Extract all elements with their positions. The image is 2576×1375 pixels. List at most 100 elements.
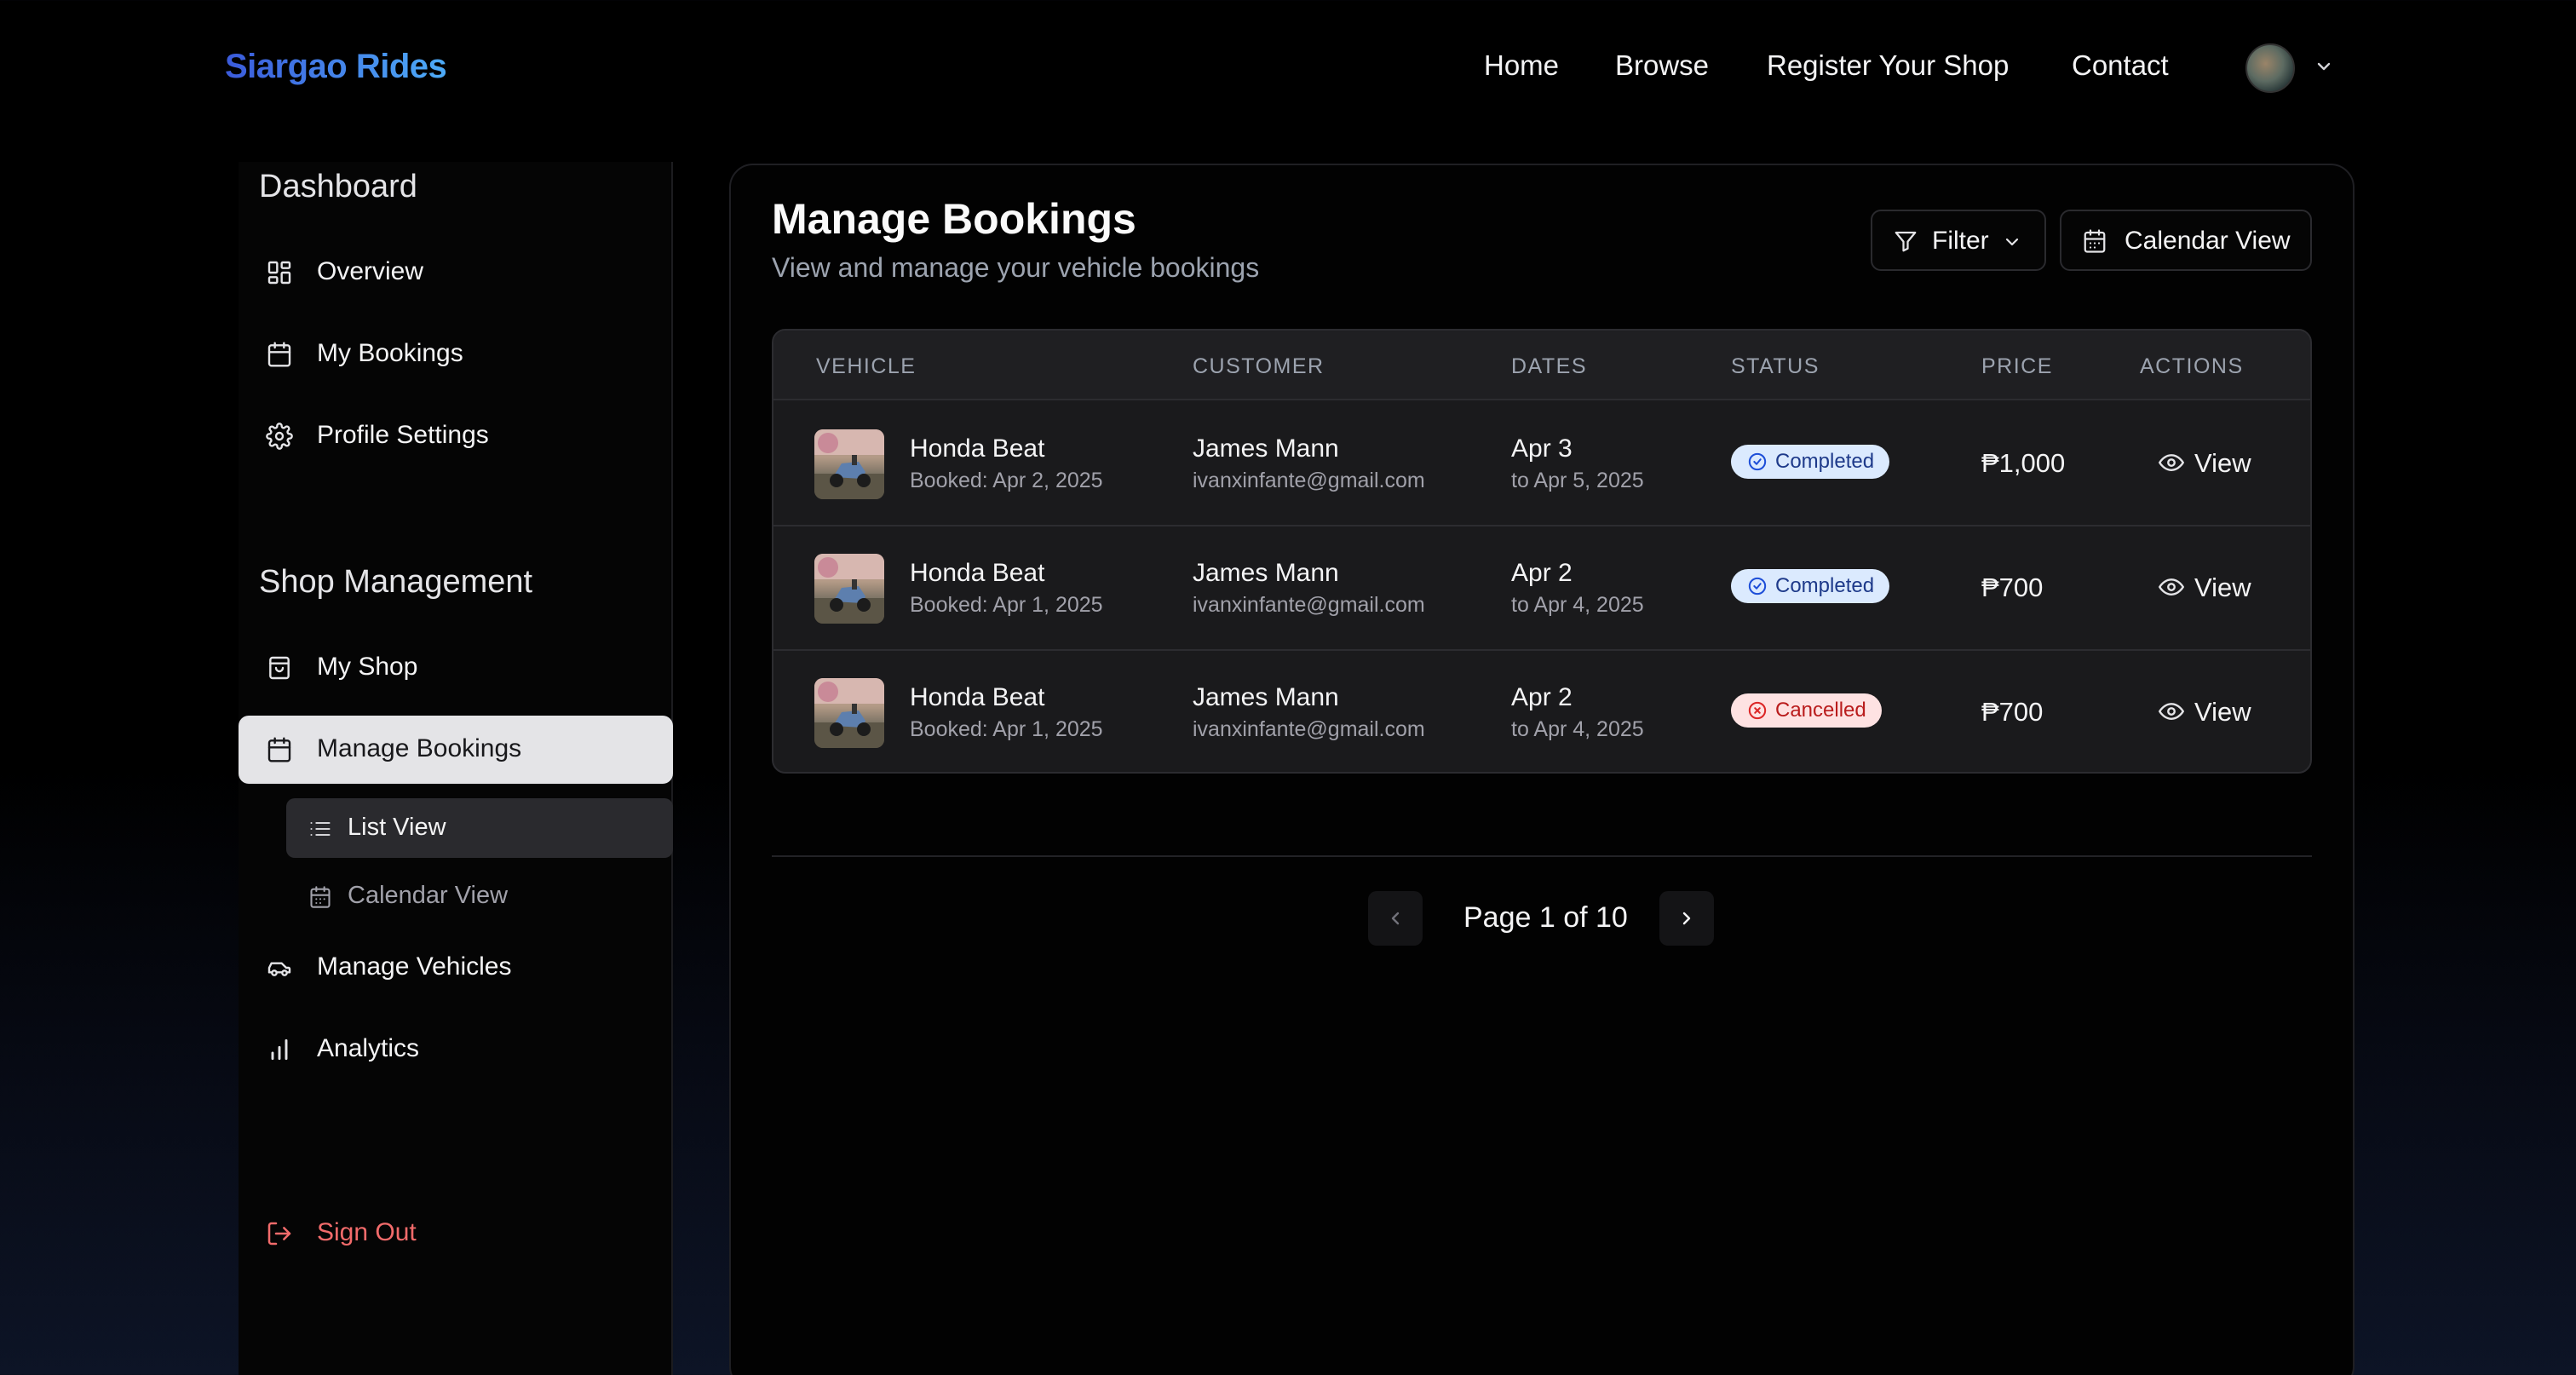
column-header-price: PRICE (1981, 354, 2053, 378)
calendar-icon (267, 737, 291, 762)
scooter-image (814, 554, 884, 624)
top-navbar: Siargao Rides Home Browse Register Your … (0, 0, 2576, 136)
logout-icon (267, 1222, 291, 1246)
status-text: Completed (1775, 450, 1875, 473)
sidebar-item-manage-vehicles[interactable]: Manage Vehicles (239, 934, 673, 1002)
filter-icon (1895, 231, 1917, 252)
sidebar-item-manage-bookings[interactable]: Manage Bookings (239, 716, 673, 784)
filter-label: Filter (1932, 227, 1989, 255)
customer-email: ivanxinfante@gmail.com (1193, 717, 1425, 741)
x-circle-icon (1748, 701, 1767, 720)
booked-date: Booked: Apr 2, 2025 (910, 469, 1103, 492)
end-date: to Apr 4, 2025 (1511, 717, 1644, 741)
sidebar-item-label: Analytics (317, 1034, 420, 1062)
table-row: Honda Beat Booked: Apr 1, 2025 James Man… (773, 526, 2310, 651)
sidebar-item-overview[interactable]: Overview (239, 239, 673, 307)
list-icon (310, 821, 331, 837)
price: ₱1,000 (1981, 448, 2066, 478)
vehicle-name: Honda Beat (910, 434, 1045, 463)
customer-name: James Mann (1193, 559, 1339, 587)
shopping-bag-icon (269, 656, 290, 680)
next-page-button[interactable] (1659, 891, 1714, 946)
end-date: to Apr 4, 2025 (1511, 593, 1644, 617)
page-title: Manage Bookings (772, 195, 1136, 243)
check-circle-icon (1748, 452, 1767, 471)
nav-contact[interactable]: Contact (2072, 49, 2169, 82)
column-header-dates: DATES (1511, 354, 1587, 378)
sidebar-item-profile-settings[interactable]: Profile Settings (239, 402, 673, 470)
sidebar-item-label: Profile Settings (317, 421, 489, 449)
view-label: View (2194, 448, 2251, 478)
column-header-status: STATUS (1731, 354, 1820, 378)
calendar-view-button[interactable]: Calendar View (2060, 210, 2312, 271)
eye-icon (2159, 578, 2184, 595)
check-circle-icon (1748, 577, 1767, 595)
prev-page-button[interactable] (1368, 891, 1423, 946)
status-badge: Completed (1731, 569, 1890, 603)
vehicle-thumbnail (814, 678, 884, 748)
vehicle-thumbnail (814, 554, 884, 624)
sign-out-label: Sign Out (317, 1218, 417, 1246)
vehicle-thumbnail (814, 429, 884, 499)
user-avatar[interactable] (2245, 43, 2295, 93)
calendar-view-label: Calendar View (2125, 227, 2291, 255)
sidebar-item-label: Manage Vehicles (317, 952, 512, 981)
grid-icon (267, 261, 291, 285)
eye-icon (2159, 703, 2184, 720)
customer-name: James Mann (1193, 683, 1339, 711)
sidebar-item-my-bookings[interactable]: My Bookings (239, 320, 673, 388)
brand-logo[interactable]: Siargao Rides (225, 48, 447, 86)
status-text: Cancelled (1775, 699, 1866, 722)
nav-browse[interactable]: Browse (1615, 49, 1709, 82)
price: ₱700 (1981, 697, 2044, 727)
view-label: View (2194, 697, 2251, 727)
column-header-customer: CUSTOMER (1193, 354, 1325, 378)
column-header-vehicle: VEHICLE (816, 354, 917, 378)
sign-out-button[interactable]: Sign Out (239, 1200, 673, 1268)
sidebar-item-label: Overview (317, 257, 424, 285)
sidebar-item-label: My Shop (317, 653, 418, 681)
nav-home[interactable]: Home (1484, 49, 1559, 82)
calendar-icon (2084, 229, 2106, 253)
status-badge: Cancelled (1731, 693, 1882, 728)
nav-register-shop[interactable]: Register Your Shop (1767, 49, 2009, 82)
customer-email: ivanxinfante@gmail.com (1193, 469, 1425, 492)
customer-name: James Mann (1193, 434, 1339, 463)
sidebar-subitem-label: Calendar View (348, 882, 509, 909)
sidebar-subitem-calendar-view[interactable]: Calendar View (286, 866, 673, 926)
chevron-down-icon[interactable] (2314, 56, 2334, 77)
table-header: VEHICLE CUSTOMER DATES STATUS PRICE ACTI… (773, 331, 2310, 400)
sidebar-heading-dashboard: Dashboard (259, 169, 417, 204)
scooter-image (814, 429, 884, 499)
car-icon (267, 962, 291, 976)
sidebar-item-analytics[interactable]: Analytics (239, 1015, 673, 1084)
vehicle-name: Honda Beat (910, 559, 1045, 587)
calendar-icon (310, 886, 331, 908)
table-row: Honda Beat Booked: Apr 2, 2025 James Man… (773, 402, 2310, 526)
page-indicator: Page 1 of 10 (1463, 901, 1628, 934)
chevron-left-icon (1391, 912, 1400, 925)
booked-date: Booked: Apr 1, 2025 (910, 717, 1103, 741)
sidebar-item-my-shop[interactable]: My Shop (239, 634, 673, 702)
view-button[interactable]: View (2159, 566, 2278, 608)
view-button[interactable]: View (2159, 690, 2278, 733)
scooter-image (814, 678, 884, 748)
bookings-table: VEHICLE CUSTOMER DATES STATUS PRICE ACTI… (772, 329, 2312, 774)
price: ₱700 (1981, 572, 2044, 602)
table-row: Honda Beat Booked: Apr 1, 2025 James Man… (773, 651, 2310, 772)
view-button[interactable]: View (2159, 441, 2278, 484)
bar-chart-icon (271, 1038, 288, 1061)
customer-email: ivanxinfante@gmail.com (1193, 593, 1425, 617)
start-date: Apr 2 (1511, 683, 1573, 711)
sidebar-item-label: My Bookings (317, 339, 463, 367)
divider (772, 855, 2312, 857)
filter-button[interactable]: Filter (1871, 210, 2046, 271)
sidebar-subitem-label: List View (348, 814, 446, 841)
sidebar-subitem-list-view[interactable]: List View (286, 798, 673, 858)
chevron-right-icon (1682, 912, 1691, 925)
start-date: Apr 3 (1511, 434, 1573, 463)
start-date: Apr 2 (1511, 559, 1573, 587)
page-subtitle: View and manage your vehicle bookings (772, 252, 1260, 283)
status-text: Completed (1775, 574, 1875, 597)
status-badge: Completed (1731, 445, 1890, 479)
